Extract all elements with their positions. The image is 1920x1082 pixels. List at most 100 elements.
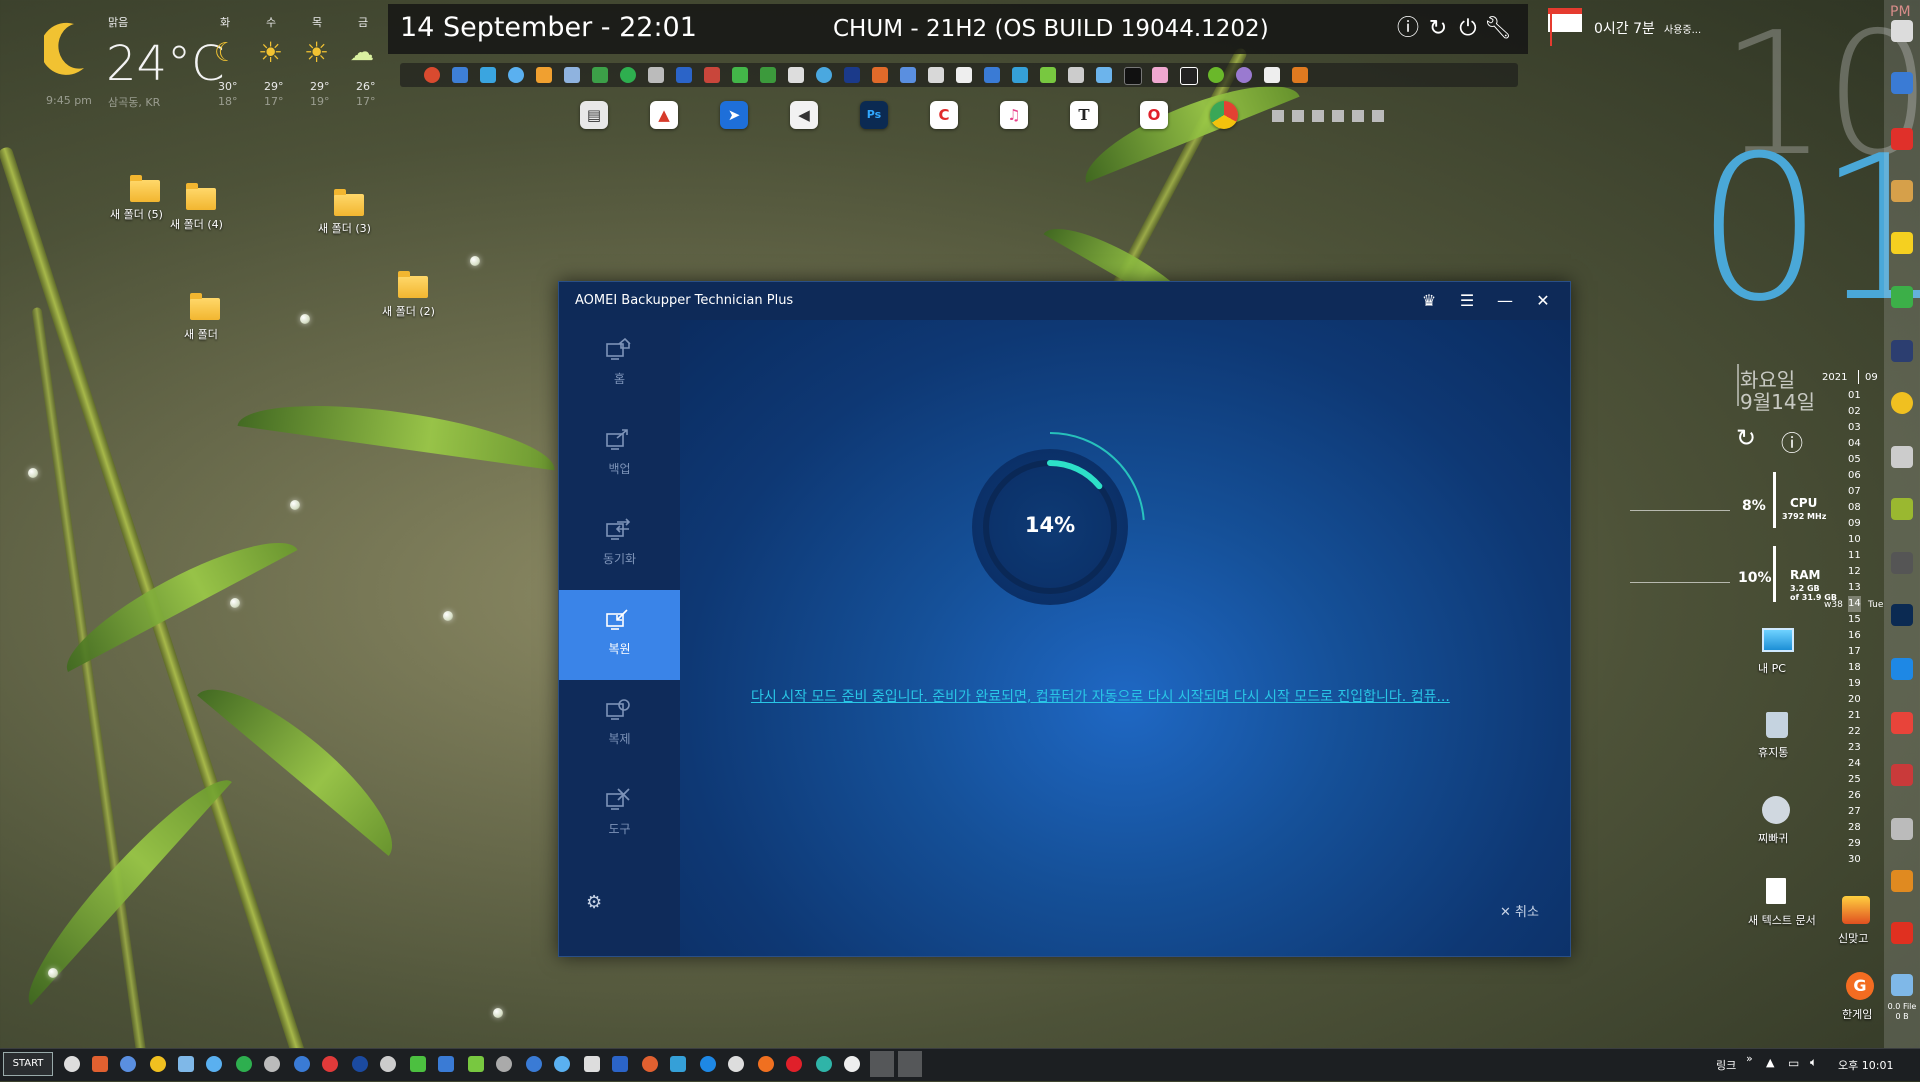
app-icon[interactable]: [1891, 712, 1913, 734]
app-icon[interactable]: [642, 1056, 658, 1072]
app-icon[interactable]: [872, 67, 888, 83]
app-icon[interactable]: [438, 1056, 454, 1072]
app-icon[interactable]: [526, 1056, 542, 1072]
app-icon[interactable]: [676, 67, 692, 83]
app-icon[interactable]: [900, 67, 916, 83]
app-icon[interactable]: [1891, 922, 1913, 944]
app-icon[interactable]: [554, 1056, 570, 1072]
wrench-icon[interactable]: 🔧︎: [1484, 17, 1512, 41]
app-icon[interactable]: [1096, 67, 1112, 83]
photoshop-icon[interactable]: Ps: [860, 101, 888, 129]
app-icon[interactable]: [120, 1056, 136, 1072]
app-icon[interactable]: [816, 67, 832, 83]
app-icon[interactable]: [1040, 67, 1056, 83]
app-icon[interactable]: [1891, 20, 1913, 42]
app-icon[interactable]: [928, 67, 944, 83]
app-icon[interactable]: [620, 67, 636, 83]
window-titlebar[interactable]: AOMEI Backupper Technician Plus ♛ ☰ — ✕: [559, 282, 1570, 320]
app-icon[interactable]: [1891, 392, 1913, 414]
app-icon[interactable]: [496, 1056, 512, 1072]
app-icon[interactable]: [1891, 232, 1913, 254]
app-icon[interactable]: [788, 67, 804, 83]
app-icon[interactable]: [1292, 67, 1308, 83]
volume-icon[interactable]: 🔈︎: [1810, 1055, 1817, 1070]
app-icon[interactable]: [352, 1056, 368, 1072]
nav-item-clone[interactable]: 복제: [559, 680, 680, 770]
text-icon[interactable]: T: [1070, 101, 1098, 129]
network-icon[interactable]: ▭: [1788, 1056, 1799, 1070]
active-task-explorer[interactable]: [870, 1051, 894, 1077]
app-icon[interactable]: [1891, 764, 1913, 786]
app-icon[interactable]: [1891, 446, 1913, 468]
app-icon[interactable]: [1891, 552, 1913, 574]
app-icon[interactable]: [468, 1056, 484, 1072]
app-icon[interactable]: [380, 1056, 396, 1072]
app-icon[interactable]: C: [930, 101, 958, 129]
app-icon[interactable]: [1264, 67, 1280, 83]
nav-item-restore[interactable]: 복원: [559, 590, 680, 680]
chevron-icon[interactable]: »: [1746, 1052, 1753, 1065]
app-icon[interactable]: [670, 1056, 686, 1072]
app-icon[interactable]: [728, 1056, 744, 1072]
app-icon[interactable]: [1891, 286, 1913, 308]
close-button[interactable]: ✕: [1532, 290, 1554, 312]
start-button[interactable]: START: [3, 1052, 53, 1076]
app-icon[interactable]: [1236, 67, 1252, 83]
power-icon[interactable]: ⏻: [1456, 17, 1480, 41]
app-icon[interactable]: [294, 1056, 310, 1072]
firefox-icon[interactable]: [758, 1056, 774, 1072]
app-icon[interactable]: [564, 67, 580, 83]
app-icon[interactable]: [760, 67, 776, 83]
info-icon[interactable]: ⓘ: [1396, 17, 1420, 41]
app-icon[interactable]: [984, 67, 1000, 83]
app-icon[interactable]: [1891, 340, 1913, 362]
app-icon[interactable]: [206, 1056, 222, 1072]
app-icon[interactable]: [704, 67, 720, 83]
menu-icon[interactable]: ☰: [1456, 290, 1478, 312]
app-icon[interactable]: [584, 1056, 600, 1072]
app-icon[interactable]: [178, 1056, 194, 1072]
app-icon[interactable]: [92, 1056, 108, 1072]
app-icon[interactable]: [844, 1056, 860, 1072]
app-icon[interactable]: [410, 1056, 426, 1072]
app-icon[interactable]: [322, 1056, 338, 1072]
app-icon[interactable]: [508, 67, 524, 83]
minimize-button[interactable]: —: [1494, 290, 1516, 312]
app-icon[interactable]: [1891, 604, 1913, 626]
app-icon[interactable]: [700, 1056, 716, 1072]
app-icon[interactable]: [452, 67, 468, 83]
cancel-button[interactable]: ✕ 취소: [1500, 901, 1539, 920]
app-icon[interactable]: [1068, 67, 1084, 83]
power-info-icon[interactable]: ⓘ: [1781, 426, 1803, 458]
opera-icon[interactable]: [786, 1056, 802, 1072]
app-icon[interactable]: [732, 67, 748, 83]
settings-gear-icon[interactable]: ⚙: [586, 892, 602, 913]
crown-icon[interactable]: ♛: [1418, 290, 1440, 312]
links-toolbar-label[interactable]: 링크: [1716, 1057, 1736, 1073]
app-icon[interactable]: [424, 67, 440, 83]
app-icon[interactable]: [1891, 658, 1913, 680]
app-icon[interactable]: [592, 67, 608, 83]
scanner-icon[interactable]: ▤: [580, 101, 608, 129]
tray-expand-icon[interactable]: ▲: [1766, 1056, 1774, 1069]
app-icon[interactable]: [1208, 67, 1224, 83]
taskbar-clock[interactable]: 오후 10:01: [1838, 1057, 1893, 1073]
app-icon[interactable]: [956, 67, 972, 83]
app-icon[interactable]: ▲: [650, 101, 678, 129]
app-icon[interactable]: [648, 67, 664, 83]
recycle-icon[interactable]: [1891, 974, 1913, 996]
app-icon[interactable]: [264, 1056, 280, 1072]
nav-item-home[interactable]: 홈: [559, 320, 680, 410]
gear-icon[interactable]: [64, 1056, 80, 1072]
app-icon[interactable]: [480, 67, 496, 83]
active-task-aomei[interactable]: [898, 1051, 922, 1077]
nav-item-sync[interactable]: 동기화: [559, 500, 680, 590]
chrome-icon[interactable]: [1210, 101, 1238, 129]
app-icon[interactable]: [1891, 498, 1913, 520]
app-icon[interactable]: [150, 1056, 166, 1072]
app-icon[interactable]: ➤: [720, 101, 748, 129]
music-icon[interactable]: ♫: [1000, 101, 1028, 129]
app-icon[interactable]: [1891, 870, 1913, 892]
nav-item-tools[interactable]: 도구: [559, 770, 680, 860]
app-icon[interactable]: [1012, 67, 1028, 83]
